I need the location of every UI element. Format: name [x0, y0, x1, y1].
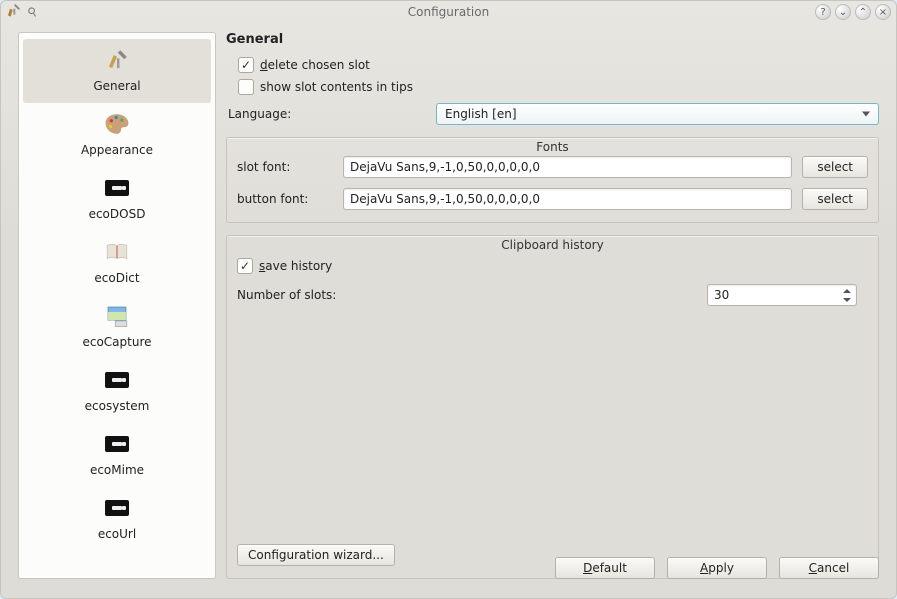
titlebar: ⚲ Configuration ? ⌄ ⌃ ×	[0, 0, 897, 24]
button-font-input[interactable]: DejaVu Sans,9,-1,0,50,0,0,0,0,0	[343, 188, 792, 210]
window-title: Configuration	[0, 5, 897, 19]
plugin-icon	[104, 367, 130, 393]
apply-button[interactable]: Apply	[667, 557, 767, 579]
show-tips-label: show slot contents in tips	[260, 80, 413, 94]
save-history-checkbox[interactable]	[237, 258, 253, 274]
sidebar-item-label: ecoMime	[90, 463, 144, 477]
sidebar-item-ecodosd[interactable]: ecoDOSD	[23, 167, 211, 231]
default-button[interactable]: Default	[555, 557, 655, 579]
delete-chosen-slot-checkbox[interactable]	[238, 57, 254, 73]
slots-value: 30	[714, 288, 729, 302]
language-label: Language:	[226, 107, 426, 121]
sidebar: General Appearance ecoDOSD ecoDict	[18, 32, 216, 579]
close-button[interactable]: ×	[875, 4, 891, 20]
help-button[interactable]: ?	[815, 4, 831, 20]
pin-icon[interactable]: ⚲	[25, 4, 40, 21]
sidebar-item-label: General	[93, 79, 140, 93]
fonts-legend: Fonts	[227, 140, 878, 154]
sidebar-item-label: ecoUrl	[98, 527, 136, 541]
slots-label: Number of slots:	[237, 288, 697, 302]
minimize-button[interactable]: ⌄	[835, 4, 851, 20]
cancel-button[interactable]: Cancel	[779, 557, 879, 579]
plugin-icon	[104, 495, 130, 521]
maximize-button[interactable]: ⌃	[855, 4, 871, 20]
book-icon	[104, 239, 130, 265]
delete-chosen-slot-row[interactable]: delete chosen slot	[226, 53, 879, 75]
main-panel: General delete chosen slot show slot con…	[226, 32, 879, 579]
save-history-row[interactable]: save history	[237, 254, 868, 276]
show-tips-row[interactable]: show slot contents in tips	[226, 75, 879, 97]
button-font-select-button[interactable]: select	[802, 188, 868, 210]
spinner-arrows-icon[interactable]	[841, 286, 853, 304]
plugin-icon	[104, 431, 130, 457]
sidebar-item-label: ecoCapture	[82, 335, 151, 349]
capture-icon	[104, 303, 130, 329]
clipboard-legend: Clipboard history	[227, 238, 878, 252]
delete-chosen-slot-label: delete chosen slot	[260, 58, 370, 72]
sidebar-item-label: ecoDict	[94, 271, 139, 285]
sidebar-item-label: ecoDOSD	[89, 207, 146, 221]
language-combo[interactable]: English [en]	[436, 103, 879, 125]
dialog-footer: Default Apply Cancel	[18, 557, 879, 579]
app-icon	[6, 2, 22, 22]
slot-font-input[interactable]: DejaVu Sans,9,-1,0,50,0,0,0,0,0	[343, 156, 792, 178]
sidebar-item-ecosystem[interactable]: ecosystem	[23, 359, 211, 423]
configuration-window: ⚲ Configuration ? ⌄ ⌃ × General Appearan…	[0, 0, 897, 599]
language-value: English [en]	[445, 107, 517, 121]
sidebar-item-ecourl[interactable]: ecoUrl	[23, 487, 211, 551]
sidebar-item-label: Appearance	[81, 143, 153, 157]
slots-spinbox[interactable]: 30	[707, 284, 857, 306]
slot-font-select-button[interactable]: select	[802, 156, 868, 178]
sidebar-item-ecodict[interactable]: ecoDict	[23, 231, 211, 295]
fonts-group: Fonts slot font: DejaVu Sans,9,-1,0,50,0…	[226, 137, 879, 223]
show-tips-checkbox[interactable]	[238, 79, 254, 95]
save-history-label: save history	[259, 259, 332, 273]
slot-font-label: slot font:	[237, 160, 333, 174]
plugin-icon	[104, 175, 130, 201]
button-font-label: button font:	[237, 192, 333, 206]
sidebar-item-appearance[interactable]: Appearance	[23, 103, 211, 167]
sidebar-item-label: ecosystem	[85, 399, 150, 413]
sidebar-item-ecomime[interactable]: ecoMime	[23, 423, 211, 487]
clipboard-history-group: Clipboard history save history Number of…	[226, 235, 879, 579]
tools-icon	[104, 47, 130, 73]
sidebar-item-general[interactable]: General	[23, 39, 211, 103]
section-heading: General	[226, 32, 879, 53]
sidebar-item-ecocapture[interactable]: ecoCapture	[23, 295, 211, 359]
palette-icon	[104, 111, 130, 137]
